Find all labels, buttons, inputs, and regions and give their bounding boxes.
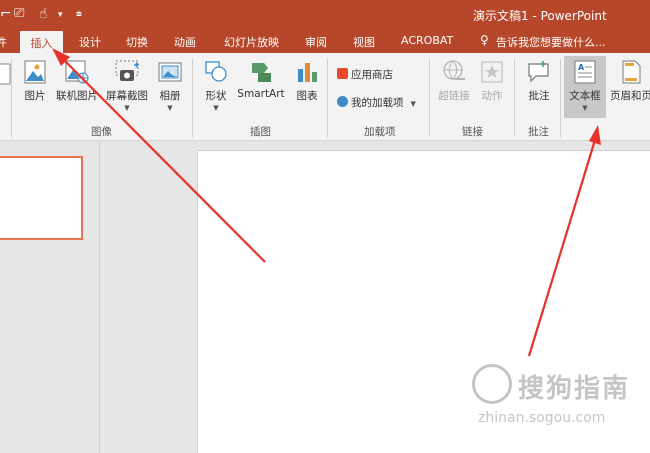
- tab-review[interactable]: 审阅: [305, 34, 327, 50]
- layout-icon[interactable]: ⎚: [14, 6, 24, 21]
- online-picture-button[interactable]: 联机图片: [55, 59, 99, 103]
- picture-button[interactable]: 图片: [18, 59, 52, 103]
- addins-icon: [337, 96, 348, 107]
- illustrations-group-label: 插图: [250, 126, 271, 138]
- tab-design[interactable]: 设计: [79, 34, 101, 50]
- touch-mode-icon[interactable]: ☝: [39, 6, 48, 22]
- group-divider: [560, 59, 561, 137]
- window-title: 演示文稿1 - PowerPoint: [473, 9, 607, 23]
- screenshot-button[interactable]: 屏幕截图 ▼: [104, 59, 150, 112]
- shapes-label: 形状: [205, 90, 227, 102]
- screenshot-icon: [115, 60, 139, 81]
- album-label: 相册: [159, 90, 181, 102]
- textbox-label: 文本框: [569, 90, 601, 102]
- shapes-dropdown-icon[interactable]: ▼: [200, 104, 232, 112]
- links-group-label: 链接: [462, 126, 483, 138]
- chart-button[interactable]: 图表: [292, 59, 322, 103]
- group-divider: [327, 59, 328, 137]
- comment-label: 批注: [528, 90, 550, 102]
- hyperlink-icon: [443, 60, 465, 80]
- partial-ribbon-button[interactable]: [0, 61, 11, 90]
- action-button[interactable]: 动作: [477, 59, 507, 103]
- action-label: 动作: [481, 90, 503, 102]
- ribbon-tab-bar: 件 设计 切换 动画 幻灯片放映 审阅 视图 ACROBAT ♀ 告诉我您想要做…: [0, 30, 650, 53]
- sogou-logo-icon: [472, 364, 512, 404]
- tab-animations[interactable]: 动画: [174, 34, 196, 50]
- group-divider: [11, 59, 12, 137]
- tab-view[interactable]: 视图: [353, 34, 375, 50]
- online-picture-label: 联机图片: [56, 90, 98, 102]
- screenshot-dropdown-icon[interactable]: ▼: [104, 104, 150, 112]
- customize-icon[interactable]: ⩧: [76, 9, 82, 20]
- tab-transitions[interactable]: 切换: [126, 34, 148, 50]
- addins-group-label: 加载项: [364, 126, 396, 138]
- online-picture-icon: [65, 60, 89, 84]
- group-divider: [192, 59, 193, 137]
- comments-group-label: 批注: [528, 126, 549, 138]
- my-addins-dropdown-icon[interactable]: ▼: [411, 100, 416, 108]
- title-bar: ⌐ ⎚ ☝ ▾ ⩧ 演示文稿1 - PowerPoint: [0, 0, 650, 30]
- tab-slideshow[interactable]: 幻灯片放映: [224, 34, 279, 50]
- tell-me-search[interactable]: 告诉我您想要做什么...: [496, 34, 606, 50]
- album-button[interactable]: 相册 ▼: [153, 59, 187, 112]
- partial-icon[interactable]: ⌐: [0, 6, 12, 22]
- shapes-button[interactable]: 形状 ▼: [200, 59, 232, 112]
- action-star-icon: [481, 61, 503, 83]
- store-button[interactable]: 应用商店: [337, 67, 393, 82]
- my-addins-button[interactable]: 我的加载项 ▼: [337, 95, 416, 110]
- smartart-label: SmartArt: [237, 88, 285, 100]
- group-divider: [514, 59, 515, 137]
- store-icon: [337, 68, 348, 79]
- chart-label: 图表: [296, 90, 318, 102]
- lightbulb-icon: ♀: [480, 33, 489, 47]
- hyperlink-button[interactable]: 超链接: [436, 59, 472, 103]
- tab-file-partial[interactable]: 件: [0, 34, 7, 50]
- tab-insert[interactable]: 插入: [20, 31, 63, 54]
- svg-text:A: A: [578, 63, 585, 72]
- textbox-button[interactable]: A 文本框 ▼: [566, 59, 604, 112]
- watermark-brand: 搜狗指南: [518, 374, 631, 404]
- header-footer-icon: [622, 60, 641, 84]
- ribbon: 图片 联机图片 屏幕截图 ▼ 相册 ▼ 图像 形状 ▼ SmartArt 图表 …: [0, 53, 650, 141]
- comment-icon: [528, 61, 549, 83]
- header-footer-button[interactable]: 页眉和页: [606, 59, 650, 103]
- images-group-label: 图像: [91, 126, 112, 138]
- smartart-icon: [252, 63, 271, 82]
- chart-icon: [298, 63, 317, 82]
- textbox-icon: A: [574, 60, 596, 84]
- shapes-icon: [205, 61, 227, 82]
- header-footer-label: 页眉和页: [610, 90, 650, 102]
- store-label: 应用商店: [351, 69, 393, 81]
- picture-label: 图片: [24, 90, 46, 102]
- my-addins-label: 我的加载项: [351, 97, 404, 109]
- slide-canvas[interactable]: [197, 150, 650, 453]
- picture-icon: [24, 60, 46, 84]
- slide-thumbnail[interactable]: [0, 156, 83, 240]
- dropdown-arrow-icon[interactable]: ▾: [58, 10, 63, 20]
- watermark-url: zhinan.sogou.com: [478, 410, 606, 426]
- screenshot-label: 屏幕截图: [106, 90, 148, 102]
- album-dropdown-icon[interactable]: ▼: [153, 104, 187, 112]
- hyperlink-label: 超链接: [438, 90, 470, 102]
- photo-album-icon: [158, 62, 182, 82]
- textbox-dropdown-icon[interactable]: ▼: [566, 104, 604, 112]
- tab-acrobat[interactable]: ACROBAT: [401, 34, 453, 47]
- comment-button[interactable]: 批注: [524, 59, 554, 103]
- group-divider: [429, 59, 430, 137]
- smartart-button[interactable]: SmartArt: [236, 59, 286, 100]
